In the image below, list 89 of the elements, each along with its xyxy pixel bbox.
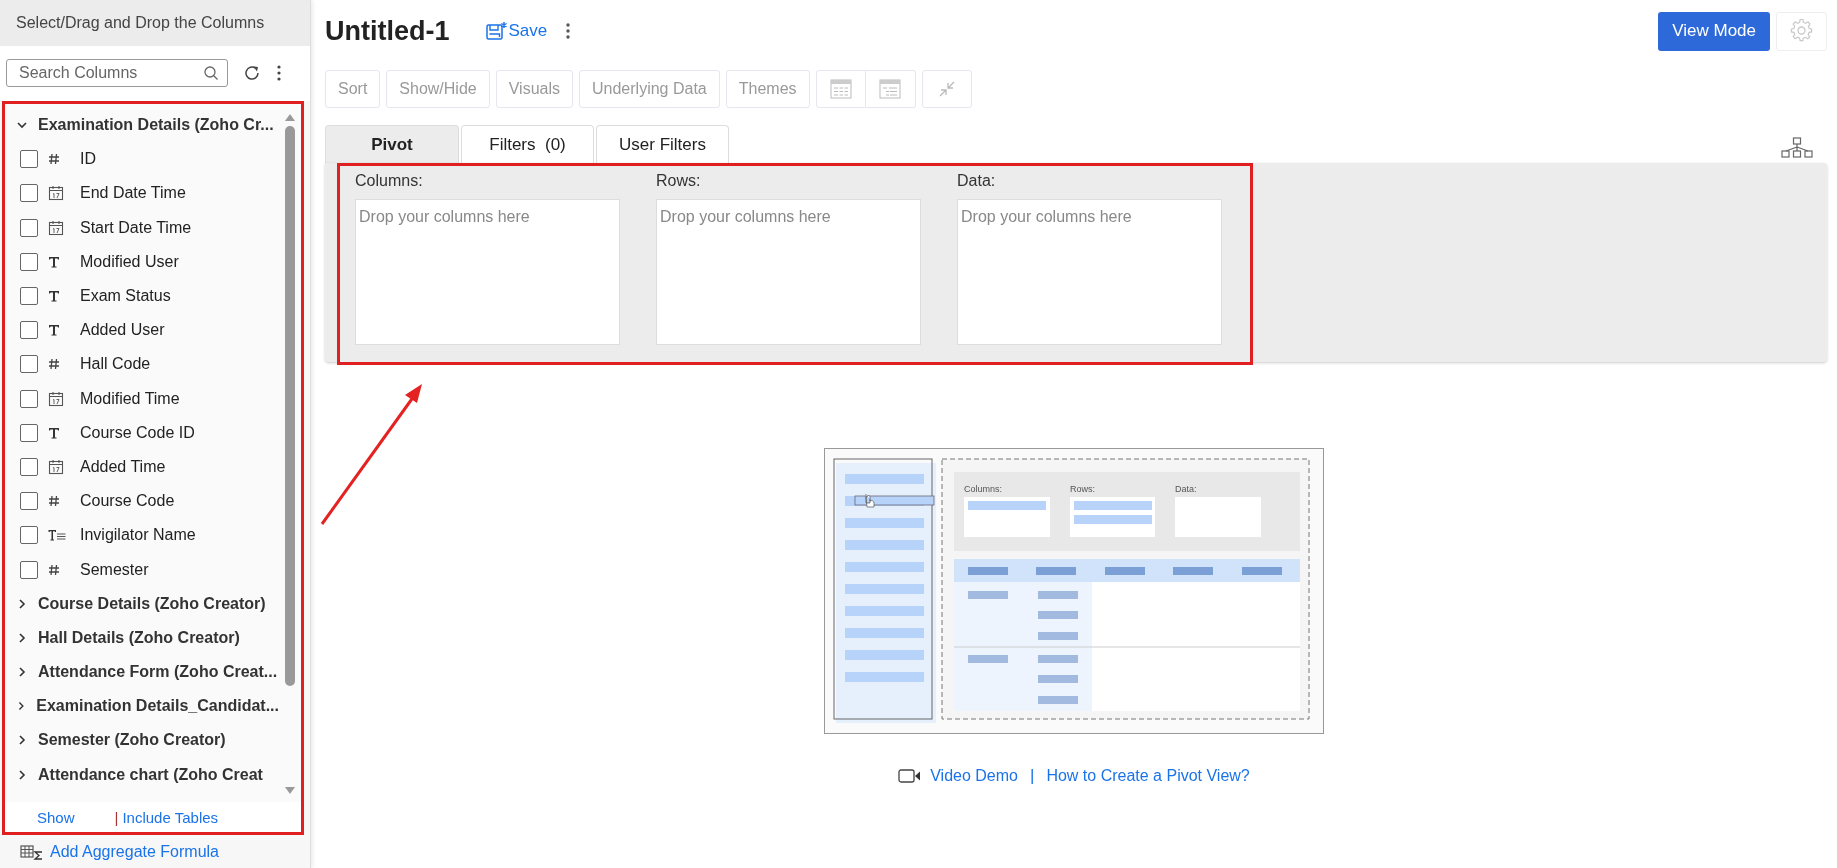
calendar-icon xyxy=(48,458,64,475)
column-item[interactable]: Hall Code xyxy=(80,355,151,374)
checkbox[interactable] xyxy=(20,560,38,579)
checkbox[interactable] xyxy=(20,218,38,237)
drop-zone[interactable]: Drop your columns here xyxy=(656,199,921,345)
table-group[interactable]: Attendance Form (Zoho Creat... xyxy=(13,655,279,690)
chevron-right-icon xyxy=(16,666,28,679)
column-item[interactable]: Course Code xyxy=(80,492,175,511)
table-group[interactable]: Hall Details (Zoho Creator) xyxy=(13,620,279,655)
hash-icon xyxy=(48,563,60,576)
drop-zone[interactable]: Drop your columns here xyxy=(957,199,1222,345)
checkbox[interactable] xyxy=(20,287,38,306)
illustration-label: Columns: xyxy=(964,484,1002,494)
tab[interactable]: User Filters xyxy=(596,125,729,163)
table-group[interactable]: Examination Details_Candidat... xyxy=(13,689,279,724)
checkbox[interactable] xyxy=(20,252,38,271)
video-demo-link[interactable]: Video Demo xyxy=(930,767,1018,785)
illustration-label: Data: xyxy=(1175,484,1197,494)
separator: | xyxy=(1030,766,1035,786)
calendar-icon xyxy=(48,185,64,202)
column-item[interactable]: Semester xyxy=(80,560,149,579)
calendar-icon xyxy=(48,390,64,407)
chevron-right-icon xyxy=(16,597,28,610)
save-icon xyxy=(485,21,508,41)
include-tables-link[interactable]: Include Tables xyxy=(122,808,219,826)
table-icon xyxy=(829,79,852,99)
view-mode-button[interactable]: View Mode xyxy=(1658,11,1770,51)
tab[interactable]: Pivot xyxy=(325,125,459,163)
column-item[interactable]: Start Date Time xyxy=(80,218,192,237)
column-item[interactable]: ID xyxy=(80,150,96,169)
calendar-icon xyxy=(48,219,64,236)
zone-label: Rows: xyxy=(656,172,702,190)
text-type-icon xyxy=(48,255,60,268)
table-group[interactable]: Course Details (Zoho Creator) xyxy=(13,586,279,621)
column-item[interactable]: Added User xyxy=(80,321,165,340)
column-item[interactable]: Exam Status xyxy=(80,287,171,306)
column-item[interactable]: Added Time xyxy=(80,457,166,476)
scroll-down-icon[interactable] xyxy=(284,786,296,796)
column-item[interactable]: Modified User xyxy=(80,252,179,271)
add-aggregate-formula-link[interactable]: Add Aggregate Formula xyxy=(50,843,219,861)
checkbox[interactable] xyxy=(20,355,38,374)
hash-icon xyxy=(48,153,60,166)
table-group[interactable]: Semester (Zoho Creator) xyxy=(13,723,279,758)
report-title: Untitled-1 xyxy=(325,15,450,47)
scroll-up-icon[interactable] xyxy=(284,112,296,122)
text-type-icon xyxy=(48,290,60,303)
settings-icon xyxy=(1789,19,1814,43)
zone-label: Columns: xyxy=(355,172,424,190)
checkbox[interactable] xyxy=(20,423,38,442)
checkbox[interactable] xyxy=(20,492,38,511)
column-item[interactable]: End Date Time xyxy=(80,184,186,203)
video-camera-icon xyxy=(898,768,923,784)
multiline-text-icon xyxy=(48,529,66,542)
checkbox[interactable] xyxy=(20,457,38,476)
search-icon xyxy=(203,65,219,81)
table-group[interactable]: Attendance chart (Zoho Creat xyxy=(13,757,279,792)
refresh-icon[interactable] xyxy=(242,63,262,83)
text-type-icon xyxy=(48,324,60,337)
compact-table-icon xyxy=(879,79,902,99)
separator: | xyxy=(114,808,119,826)
hierarchy-icon[interactable] xyxy=(1781,137,1813,159)
column-item[interactable]: Modified Time xyxy=(80,389,180,408)
sidebar-title: Select/Drag and Drop the Columns xyxy=(16,14,265,32)
tab[interactable]: Filters (0) xyxy=(461,125,594,163)
column-item[interactable]: Invigilator Name xyxy=(80,526,196,545)
zone-label: Data: xyxy=(957,172,997,190)
more-icon[interactable] xyxy=(565,21,572,41)
checkbox[interactable] xyxy=(20,184,38,203)
save-button[interactable]: Save xyxy=(485,21,548,41)
hash-icon xyxy=(48,358,60,371)
aggregate-formula-icon xyxy=(20,844,44,860)
show-link[interactable]: Show xyxy=(37,808,75,826)
chevron-right-icon xyxy=(16,734,28,747)
text-type-icon xyxy=(48,426,60,439)
drop-zone[interactable]: Drop your columns here xyxy=(355,199,620,345)
checkbox[interactable] xyxy=(20,526,38,545)
more-icon[interactable] xyxy=(276,63,282,83)
column-item[interactable]: Course Code ID xyxy=(80,423,195,442)
scrollbar-thumb[interactable] xyxy=(285,126,295,686)
how-to-link[interactable]: How to Create a Pivot View? xyxy=(1046,767,1250,785)
search-field[interactable]: Search Columns xyxy=(6,59,228,87)
table-group[interactable]: Examination Details (Zoho Cr... xyxy=(13,108,279,143)
illustration-label: Rows: xyxy=(1070,484,1095,494)
chevron-right-icon xyxy=(16,631,28,644)
checkbox[interactable] xyxy=(20,321,38,340)
checkbox[interactable] xyxy=(20,150,38,169)
hash-icon xyxy=(48,495,60,508)
chevron-right-icon xyxy=(16,768,28,781)
checkbox[interactable] xyxy=(20,389,38,408)
